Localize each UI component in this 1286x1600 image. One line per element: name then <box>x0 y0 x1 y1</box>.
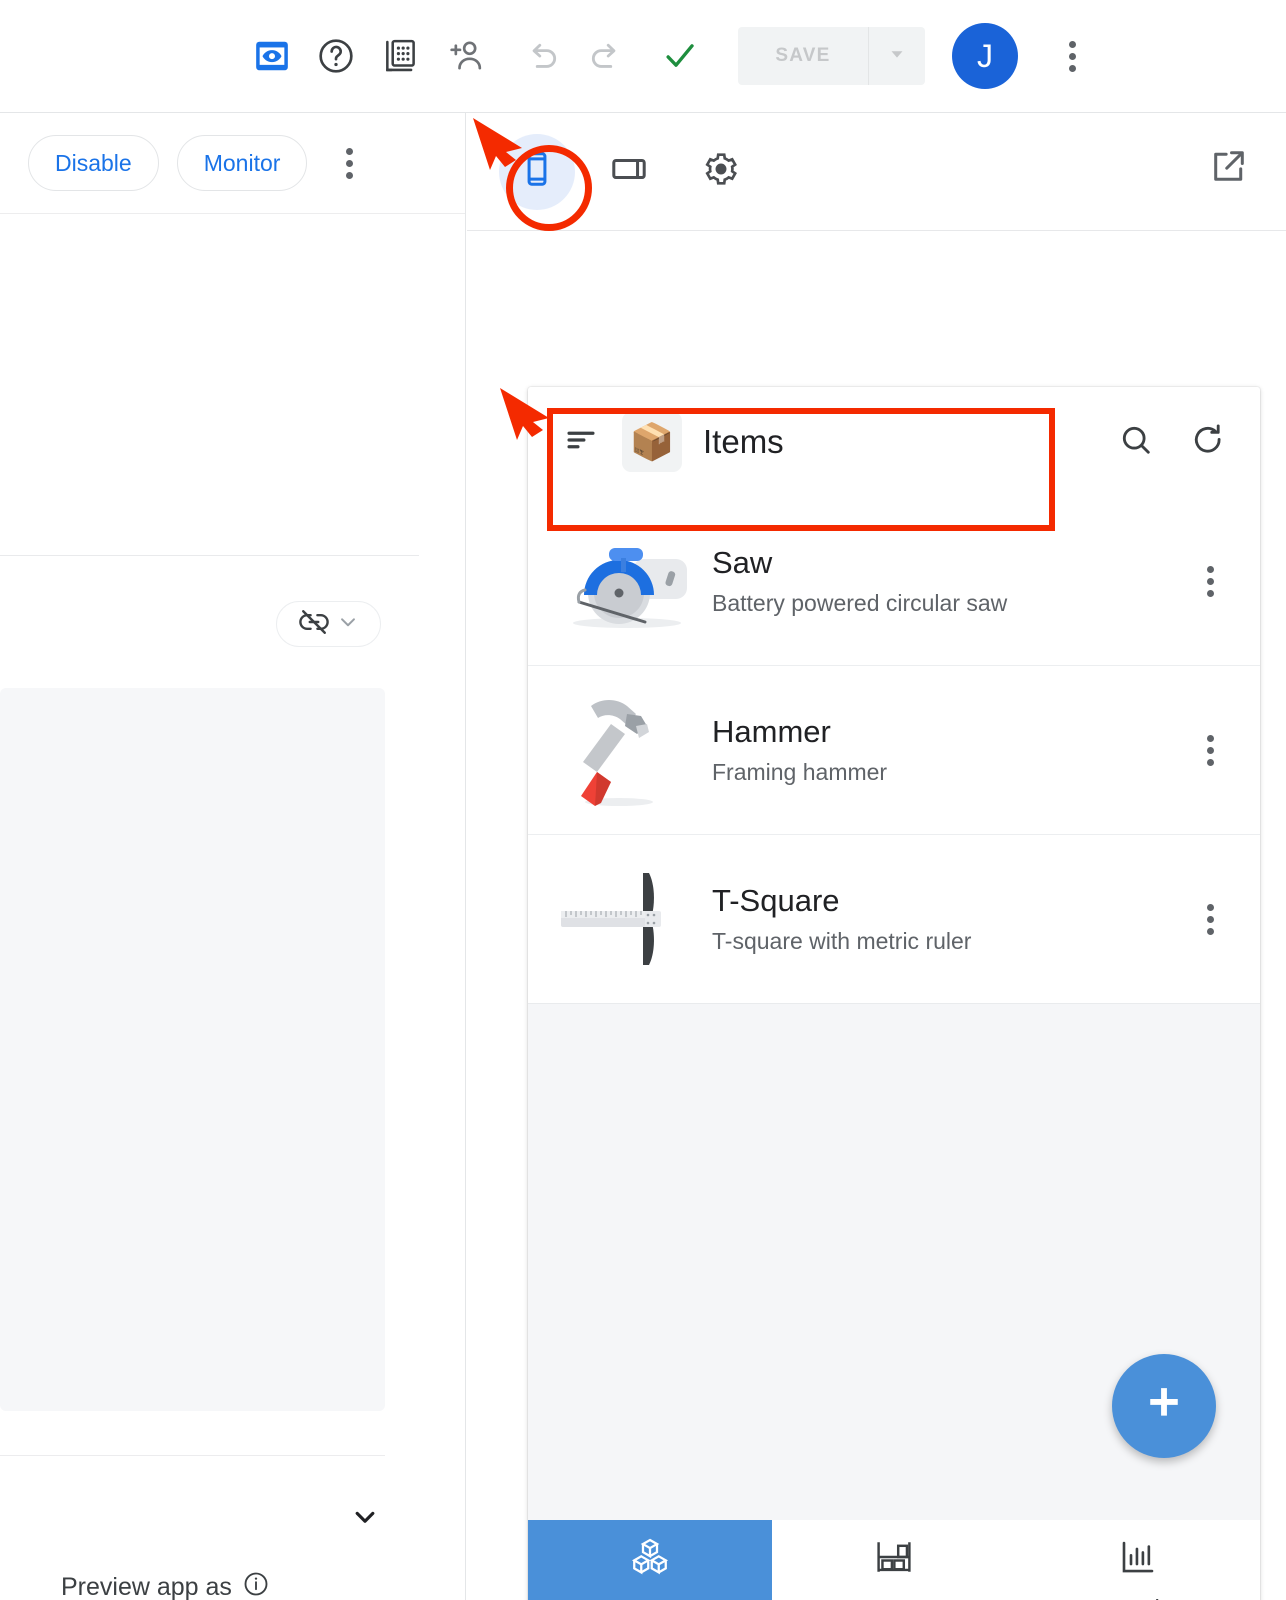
preview-eye-icon-button[interactable] <box>240 24 304 88</box>
add-person-icon <box>444 36 484 76</box>
toolbar-icon-group: SAVE J <box>240 23 1099 89</box>
boxes-icon <box>629 1536 671 1584</box>
item-row-hammer[interactable]: Hammer Framing hammer <box>528 666 1260 835</box>
search-icon <box>1118 422 1154 463</box>
undo-icon-button[interactable] <box>510 24 574 88</box>
app-root: SAVE J Disable Monitor 📦 Items Saw Batte… <box>0 0 1286 1600</box>
bottom-nav-label: Inventory Log <box>824 1595 963 1600</box>
phone-view-button[interactable] <box>499 133 575 210</box>
gear-icon <box>702 150 740 193</box>
undo-icon <box>523 37 561 75</box>
preview-app-as-label: Preview app as <box>61 1573 232 1600</box>
bottom-nav-levels[interactable]: Levels <box>1016 1520 1260 1600</box>
plus-icon <box>1139 1379 1189 1434</box>
item-overflow-button[interactable] <box>1182 551 1238 611</box>
item-title: T-Square <box>712 883 840 919</box>
refresh-icon <box>1190 422 1226 463</box>
item-text: T-Square T-square with metric ruler <box>712 882 1182 956</box>
more-vert-icon <box>1068 40 1076 72</box>
chevron-down-icon <box>886 43 908 70</box>
monitor-button[interactable]: Monitor <box>176 135 308 191</box>
add-person-icon-button[interactable] <box>432 24 496 88</box>
item-overflow-button[interactable] <box>1182 720 1238 780</box>
more-vert-icon <box>1206 903 1214 935</box>
item-description: Battery powered circular saw <box>712 590 1008 617</box>
item-overflow-button[interactable] <box>1182 889 1238 949</box>
device-toolbar <box>467 113 1286 231</box>
items-list: Saw Battery powered circular saw Hammer … <box>528 497 1260 1004</box>
data-grid-icon <box>381 37 419 75</box>
app-bar: 📦 Items <box>528 387 1260 497</box>
open-in-new-button[interactable] <box>1210 147 1248 190</box>
chevron-down-icon <box>335 609 361 640</box>
info-icon[interactable] <box>242 1570 270 1600</box>
tablet-icon <box>610 150 648 193</box>
left-panel-divider <box>0 555 419 556</box>
list-empty-space <box>528 1004 1260 1520</box>
app-logo: 📦 <box>622 412 682 472</box>
item-title: Saw <box>712 545 773 581</box>
link-off-button[interactable] <box>276 601 381 647</box>
more-vert-icon <box>1206 565 1214 597</box>
save-button-group: SAVE <box>738 27 925 85</box>
more-vert-icon <box>345 147 353 179</box>
bottom-nav-items[interactable]: Items <box>528 1520 772 1600</box>
bottom-navigation: Items In <box>528 1520 1260 1600</box>
more-vert-icon <box>1206 734 1214 766</box>
bar-chart-icon <box>1117 1536 1159 1584</box>
app-title: Items <box>703 423 784 460</box>
disable-button[interactable]: Disable <box>28 135 159 191</box>
search-button[interactable] <box>1108 414 1164 470</box>
chevron-down-icon <box>347 1511 383 1539</box>
left-panel-expand-button[interactable] <box>347 1499 383 1540</box>
saved-check-icon-button[interactable] <box>648 24 712 88</box>
item-row-t-square[interactable]: T-Square T-square with metric ruler <box>528 835 1260 1004</box>
left-panel-overflow-button[interactable] <box>329 138 369 188</box>
left-panel-actions: Disable Monitor <box>0 113 465 214</box>
preview-eye-icon <box>253 37 291 75</box>
app-menu-button[interactable] <box>554 415 608 469</box>
circular-saw-image <box>552 521 702 641</box>
left-panel-content-placeholder <box>0 688 385 1411</box>
left-editor-panel: Disable Monitor <box>0 113 466 1600</box>
bottom-nav-label: Items <box>622 1595 678 1600</box>
link-off-icon <box>297 605 331 644</box>
top-toolbar: SAVE J <box>0 0 1286 113</box>
item-description: Framing hammer <box>712 759 888 786</box>
left-panel-divider-2 <box>0 1455 385 1456</box>
device-preview-area: 📦 Items Saw Battery powered circular saw… <box>467 232 1286 1600</box>
add-item-fab[interactable] <box>1112 1354 1216 1458</box>
avatar[interactable]: J <box>952 23 1018 89</box>
phone-icon <box>518 150 556 193</box>
help-icon <box>316 36 356 76</box>
help-icon-button[interactable] <box>304 24 368 88</box>
bottom-nav-label: Levels <box>1105 1595 1171 1600</box>
toolbar-overflow-button[interactable] <box>1045 26 1099 86</box>
tablet-view-button[interactable] <box>591 134 667 210</box>
item-text: Hammer Framing hammer <box>712 713 1182 787</box>
preview-app-as-row: Preview app as <box>61 1570 270 1600</box>
item-row-saw[interactable]: Saw Battery powered circular saw <box>528 497 1260 666</box>
data-grid-icon-button[interactable] <box>368 24 432 88</box>
redo-icon-button[interactable] <box>574 24 638 88</box>
redo-icon <box>587 37 625 75</box>
open-in-new-icon <box>1210 151 1248 189</box>
sort-menu-icon <box>564 423 598 462</box>
item-description: T-square with metric ruler <box>712 928 972 955</box>
hammer-image <box>552 690 702 810</box>
item-text: Saw Battery powered circular saw <box>712 544 1182 618</box>
shelf-icon <box>873 1536 915 1584</box>
check-icon <box>661 37 699 75</box>
save-button[interactable]: SAVE <box>738 27 868 85</box>
preview-settings-button[interactable] <box>683 134 759 210</box>
bottom-nav-inventory-log[interactable]: Inventory Log <box>772 1520 1016 1600</box>
preview-panel: 📦 Items Saw Battery powered circular saw… <box>467 113 1286 1600</box>
item-title: Hammer <box>712 714 831 750</box>
phone-frame: 📦 Items Saw Battery powered circular saw… <box>528 387 1260 1600</box>
t-square-image <box>552 859 702 979</box>
save-dropdown-button[interactable] <box>869 27 925 85</box>
refresh-button[interactable] <box>1180 414 1236 470</box>
